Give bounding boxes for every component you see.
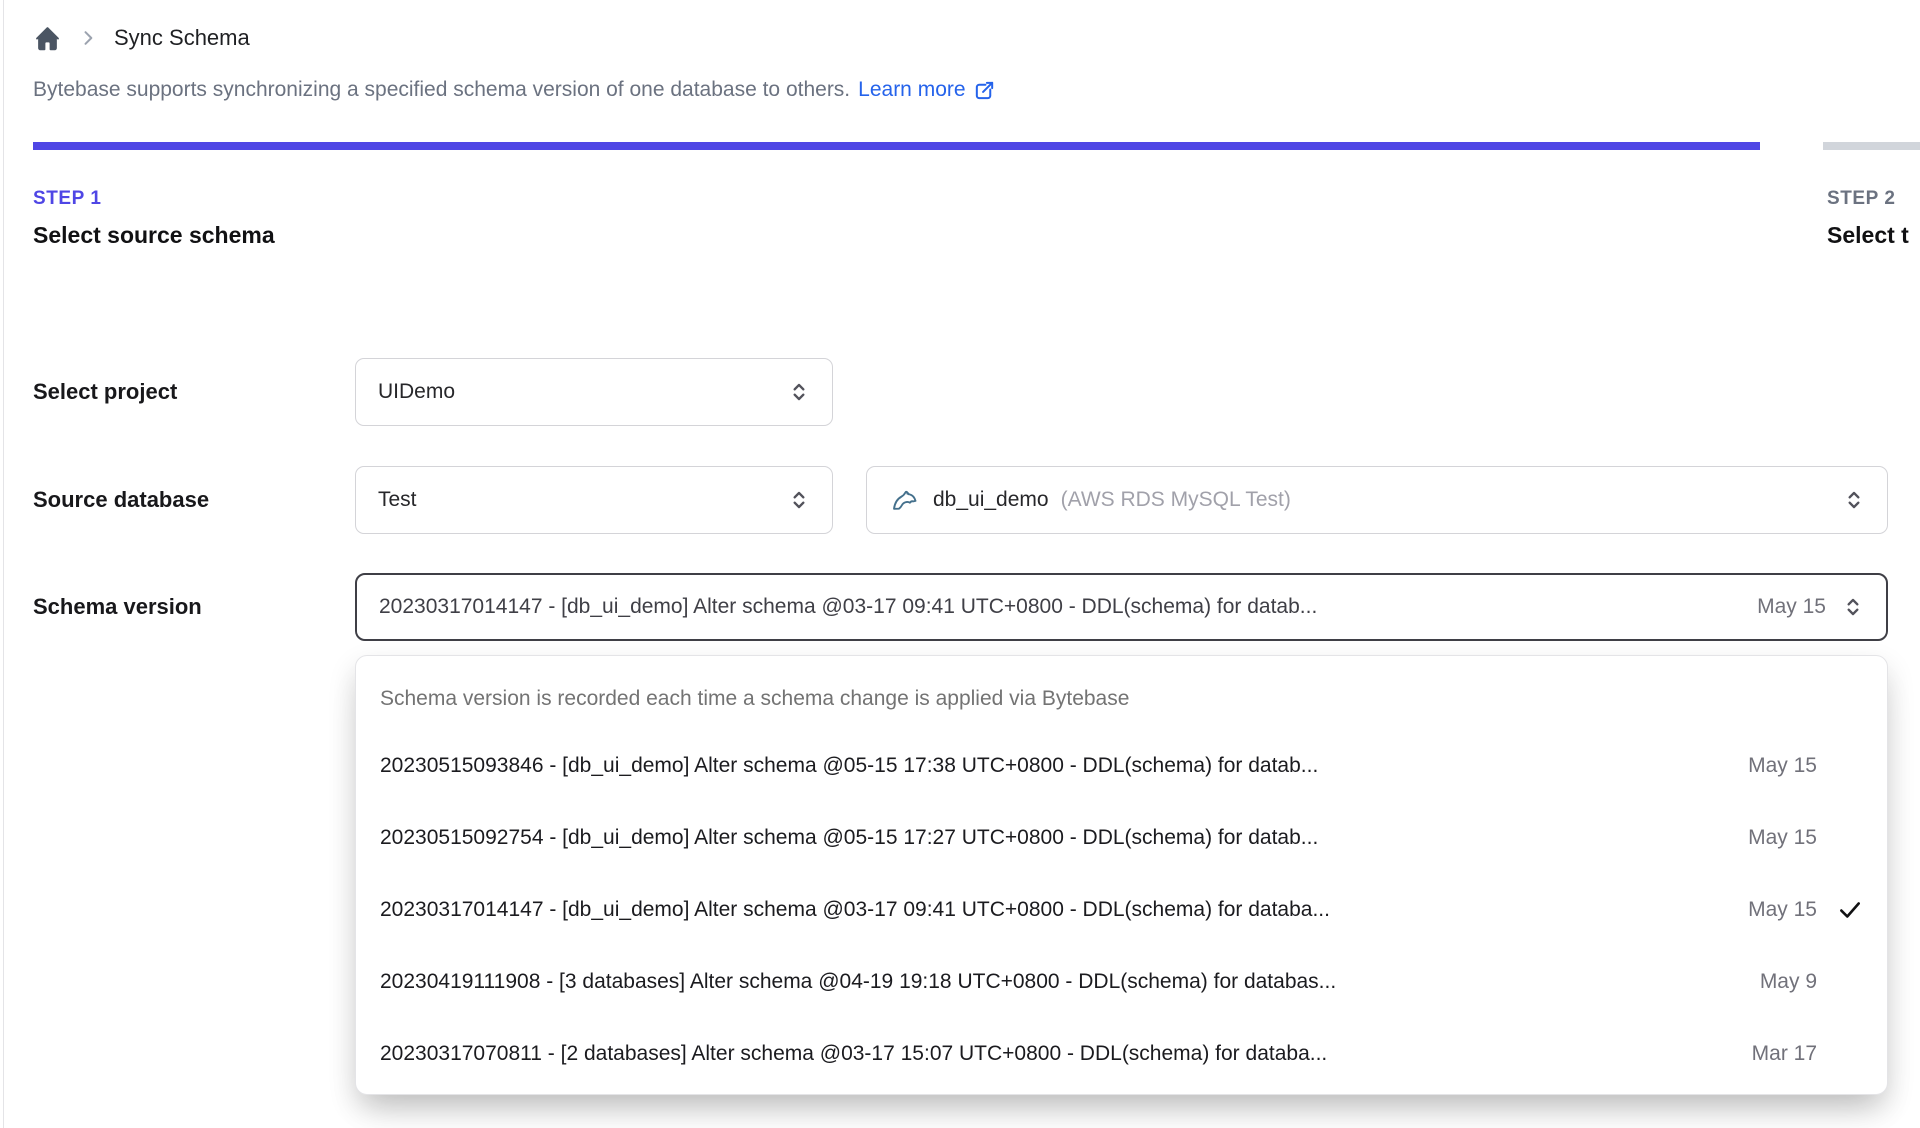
- select-project-row: Select project UIDemo: [33, 358, 833, 426]
- database-select[interactable]: db_ui_demo (AWS RDS MySQL Test): [866, 466, 1888, 534]
- option-text: 20230419111908 - [3 databases] Alter sch…: [380, 970, 1337, 993]
- chevron-up-down-icon: [1840, 594, 1866, 620]
- step-1-title: Select source schema: [33, 222, 275, 248]
- schema-version-select[interactable]: 20230317014147 - [db_ui_demo] Alter sche…: [355, 573, 1888, 641]
- schema-version-row: Schema version 20230317014147 - [db_ui_d…: [33, 573, 1888, 641]
- option-text: 20230515092754 - [db_ui_demo] Alter sche…: [380, 826, 1319, 849]
- page-title: Sync Schema: [114, 25, 250, 50]
- schema-version-option[interactable]: 20230515093846 - [db_ui_demo] Alter sche…: [356, 730, 1887, 802]
- schema-version-option[interactable]: 20230317070811 - [2 databases] Alter sch…: [356, 1018, 1887, 1090]
- progress-segment-active: [33, 142, 1760, 150]
- step-2-title: Select t: [1827, 222, 1909, 248]
- project-select-value: UIDemo: [378, 380, 456, 403]
- learn-more-link[interactable]: Learn more: [858, 78, 995, 102]
- progress-segment-upcoming: [1823, 142, 1920, 150]
- environment-select[interactable]: Test: [355, 466, 833, 534]
- project-select[interactable]: UIDemo: [355, 358, 833, 426]
- home-icon[interactable]: [33, 24, 62, 53]
- check-icon: [1827, 897, 1863, 923]
- schema-version-option[interactable]: 20230419111908 - [3 databases] Alter sch…: [356, 946, 1887, 1018]
- source-database-row: Source database Test db_ui_demo (AWS RDS…: [33, 466, 1888, 534]
- schema-version-select-date: May 15: [1757, 595, 1826, 618]
- source-database-label: Source database: [33, 487, 210, 512]
- option-date: May 15: [1748, 826, 1817, 849]
- description-text: Bytebase supports synchronizing a specif…: [33, 78, 851, 101]
- chevron-up-down-icon: [786, 379, 812, 405]
- step-2-id: STEP 2: [1827, 188, 1896, 209]
- option-text: 20230317014147 - [db_ui_demo] Alter sche…: [380, 898, 1330, 921]
- schema-version-option[interactable]: 20230515092754 - [db_ui_demo] Alter sche…: [356, 802, 1887, 874]
- schema-version-select-value: 20230317014147 - [db_ui_demo] Alter sche…: [379, 595, 1318, 618]
- breadcrumb-separator-icon: [78, 28, 98, 48]
- database-name: db_ui_demo: [933, 488, 1049, 511]
- external-link-icon: [975, 81, 993, 99]
- database-annotation: (AWS RDS MySQL Test): [1060, 488, 1291, 511]
- option-text: 20230515093846 - [db_ui_demo] Alter sche…: [380, 754, 1319, 777]
- schema-version-label: Schema version: [33, 594, 202, 619]
- select-project-label: Select project: [33, 379, 178, 404]
- database-select-value: db_ui_demo (AWS RDS MySQL Test): [933, 488, 1827, 512]
- learn-more-label: Learn more: [858, 78, 966, 101]
- schema-version-option-selected[interactable]: 20230317014147 - [db_ui_demo] Alter sche…: [356, 874, 1887, 946]
- environment-select-value: Test: [378, 488, 417, 511]
- step-2: STEP 2 Select t: [1827, 188, 1909, 249]
- dropdown-note: Schema version is recorded each time a s…: [380, 687, 1130, 710]
- step-progress-bar: [33, 142, 1920, 150]
- step-1: STEP 1 Select source schema: [33, 188, 275, 249]
- page-left-border: [3, 0, 4, 1128]
- breadcrumb: Sync Schema: [33, 18, 250, 58]
- option-date: Mar 17: [1751, 1042, 1817, 1065]
- option-date: May 15: [1748, 898, 1817, 921]
- chevron-up-down-icon: [786, 487, 812, 513]
- page-description: Bytebase supports synchronizing a specif…: [33, 78, 996, 102]
- mysql-icon: [889, 485, 919, 515]
- option-date: May 15: [1748, 754, 1817, 777]
- step-1-id: STEP 1: [33, 188, 102, 209]
- schema-version-dropdown: Schema version is recorded each time a s…: [355, 655, 1888, 1095]
- option-date: May 9: [1759, 970, 1817, 993]
- chevron-up-down-icon: [1841, 487, 1867, 513]
- option-text: 20230317070811 - [2 databases] Alter sch…: [380, 1042, 1328, 1065]
